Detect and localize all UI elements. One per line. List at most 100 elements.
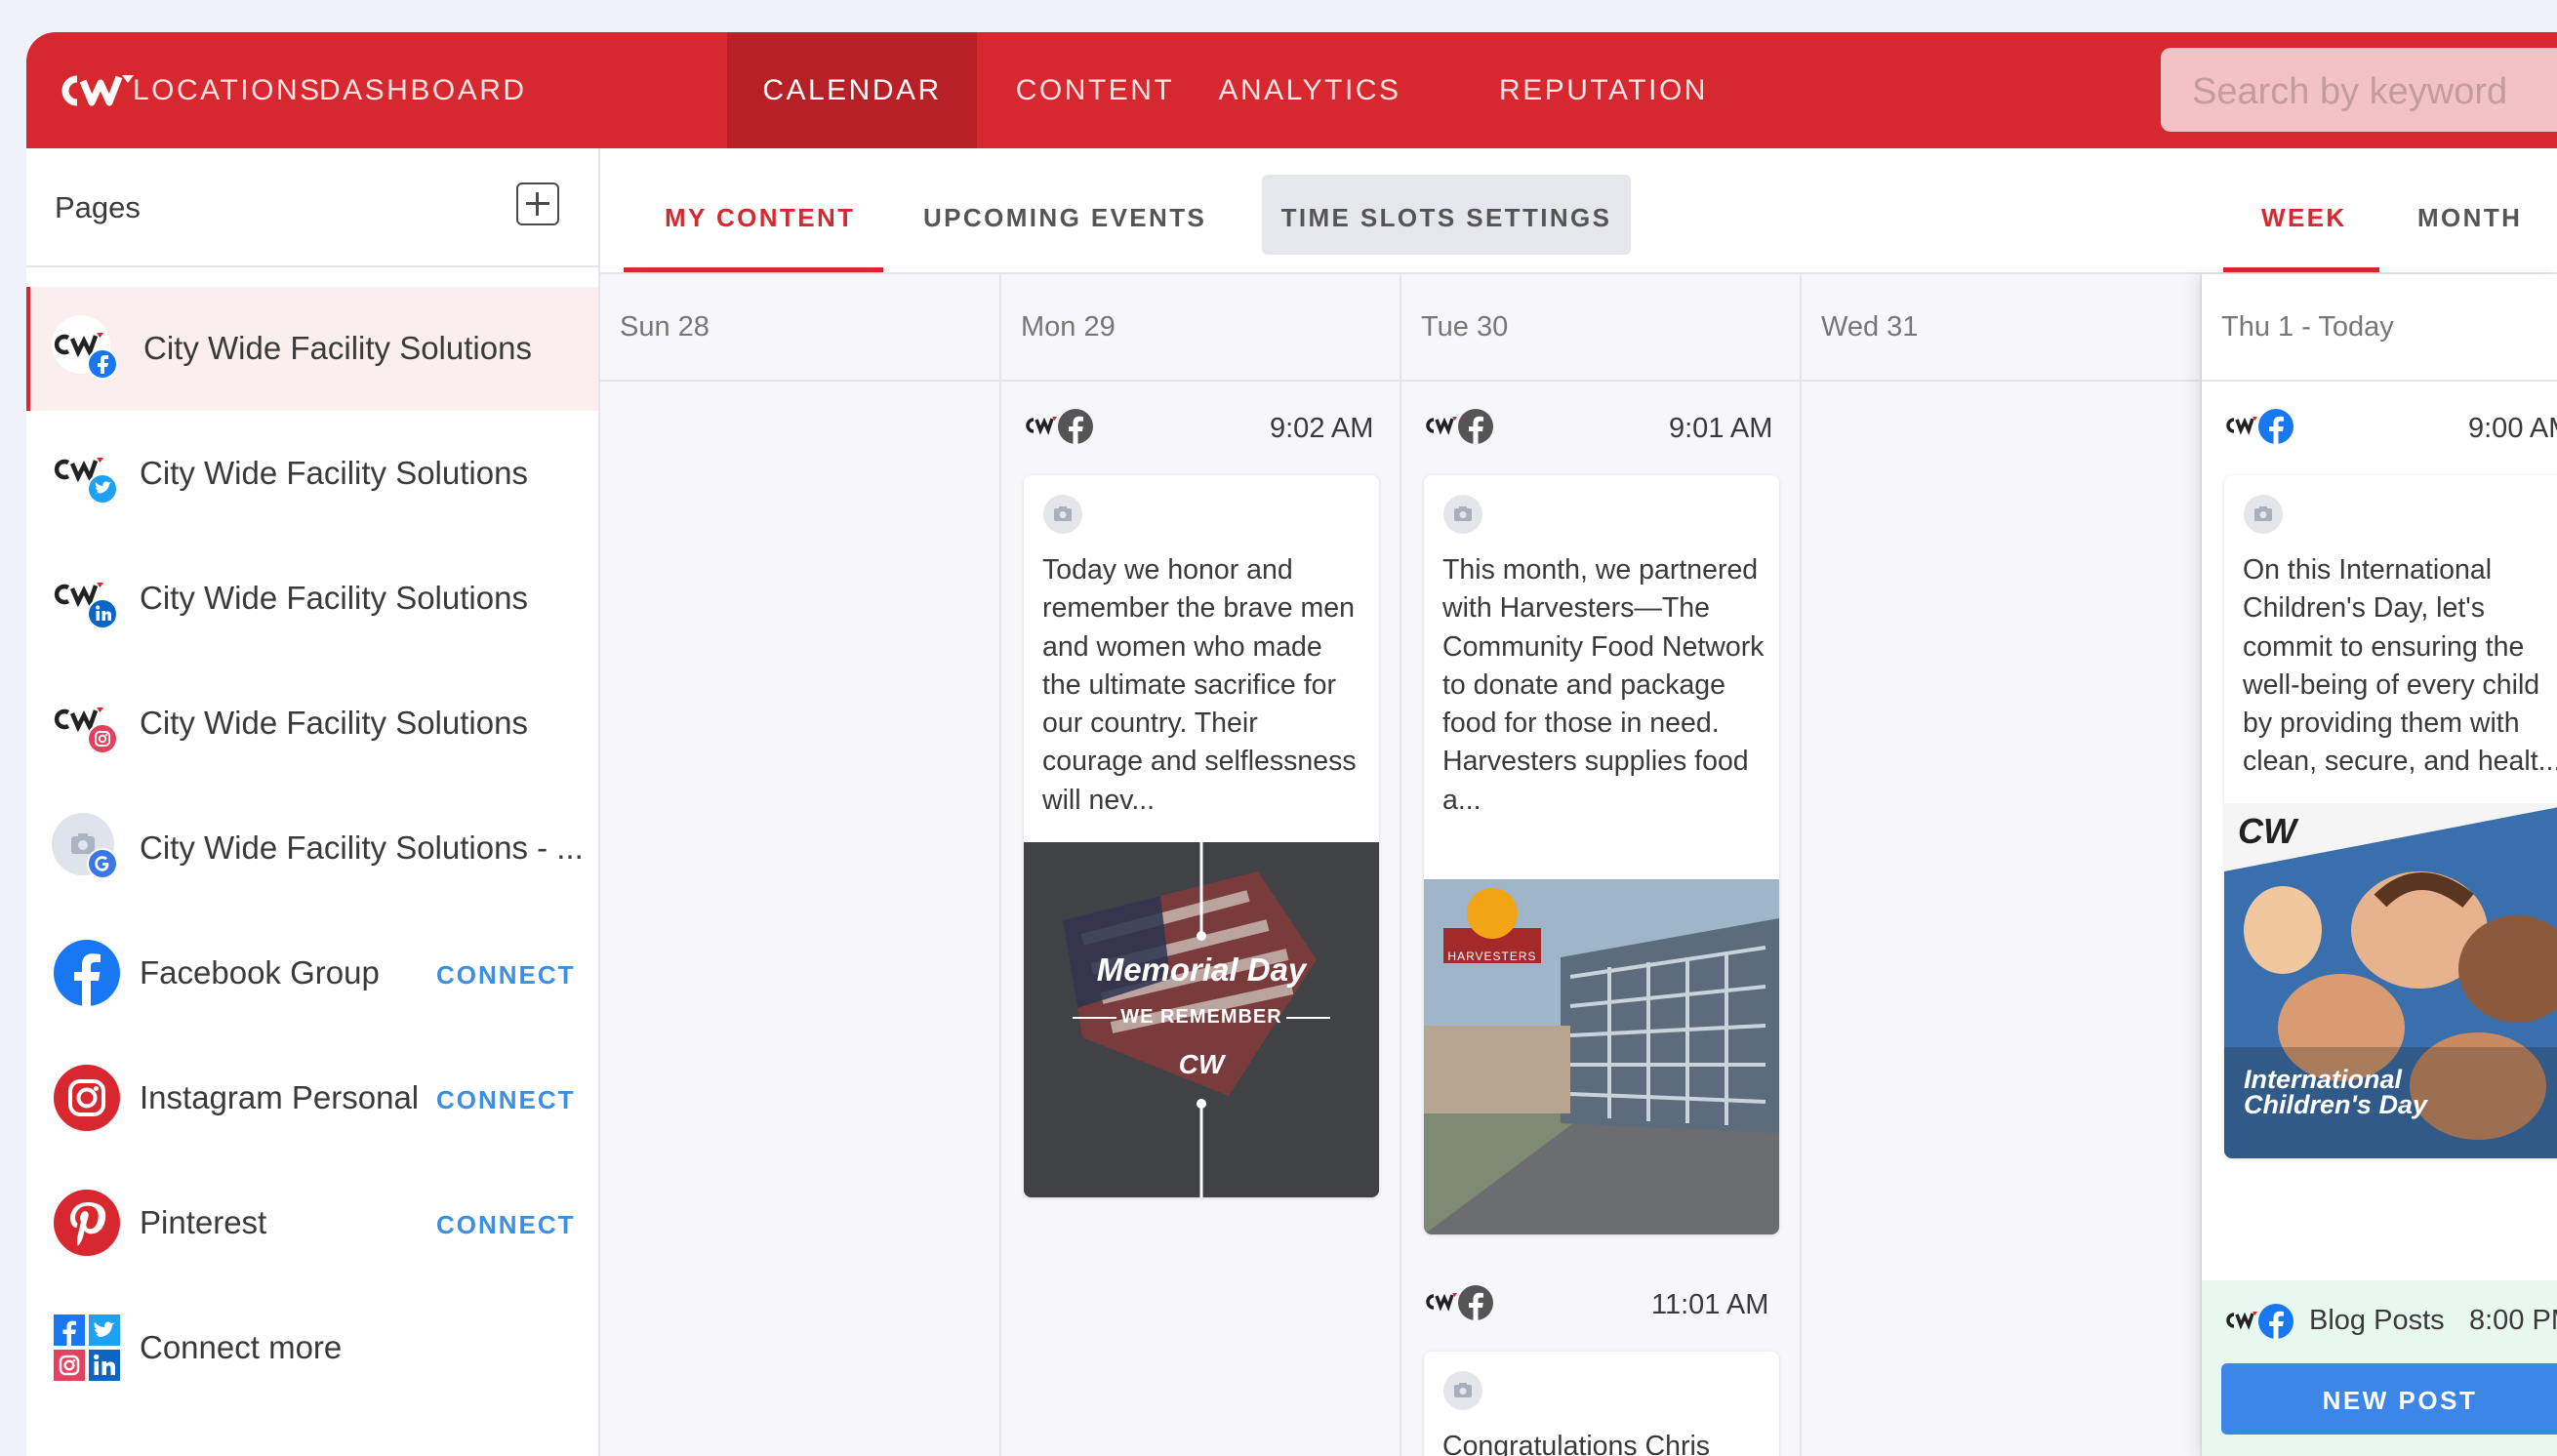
sidebar-item-label: City Wide Facility Solutions xyxy=(140,580,528,616)
nav-locations[interactable]: LOCATIONS xyxy=(133,32,319,148)
day-column-sun: Sun 28 xyxy=(600,274,1001,1456)
camera-icon xyxy=(1043,495,1082,534)
calendar-main: MY CONTENT UPCOMING EVENTS TIME SLOTS SE… xyxy=(600,148,2557,1456)
post-text: Today we honor and remember the brave me… xyxy=(1042,554,1357,816)
post-time: 9:02 AM xyxy=(1270,413,1374,444)
day-header: Sun 28 xyxy=(600,274,999,382)
post-meta: 9:02 AM xyxy=(1022,407,1385,446)
view-active-underline xyxy=(2223,267,2379,272)
connect-facebook-group-link[interactable]: CONNECT xyxy=(436,960,576,991)
harvesters-sign: HARVESTERS xyxy=(1447,950,1537,963)
sidebar-item-pinterest[interactable]: Pinterest CONNECT xyxy=(26,1161,598,1285)
nav-content[interactable]: CONTENT xyxy=(1009,32,1181,148)
page-avatar-twitter xyxy=(52,440,118,505)
post-card-harvesters[interactable]: This month, we partnered with Harvesters… xyxy=(1424,475,1779,1234)
page-avatar-linkedin xyxy=(52,565,118,629)
day-label: Sun 28 xyxy=(620,311,710,343)
tab-upcoming-events[interactable]: UPCOMING EVENTS xyxy=(923,203,1206,233)
page-avatar-facebook xyxy=(52,315,118,380)
sidebar-item-page-google[interactable]: City Wide Facility Solutions - ... xyxy=(26,787,598,910)
sidebar-item-facebook-group[interactable]: Facebook Group CONNECT xyxy=(26,911,598,1035)
day-column-thu-today: Thu 1 - Today 9:00 AM xyxy=(2202,274,2557,1456)
post-image-childrens-day: CW International Children's Day xyxy=(2224,803,2557,1158)
calendar-tabbar: MY CONTENT UPCOMING EVENTS TIME SLOTS SE… xyxy=(600,148,2557,274)
day-header: Thu 1 - Today xyxy=(2202,274,2557,382)
pages-sidebar: Pages City Wide Facility Solutions City … xyxy=(26,148,600,1456)
post-time: 9:00 AM xyxy=(2468,413,2557,444)
top-nav: LOCATIONS DASHBOARD CALENDAR CONTENT ANA… xyxy=(26,32,2557,148)
post-time: 11:01 AM xyxy=(1651,1289,1769,1320)
day-column-wed: Wed 31 xyxy=(1802,274,2202,1456)
pinterest-icon xyxy=(54,1190,120,1256)
connect-instagram-personal-link[interactable]: CONNECT xyxy=(436,1085,576,1115)
search-placeholder: Search by keyword xyxy=(2192,71,2508,112)
post-card-congratulations[interactable]: Congratulations Chris xyxy=(1424,1352,1779,1456)
page-facebook-icon xyxy=(1426,409,1493,444)
connect-pinterest-link[interactable]: CONNECT xyxy=(436,1210,576,1240)
post-text: Congratulations Chris xyxy=(1442,1431,1711,1456)
page-facebook-icon xyxy=(2226,409,2293,444)
post-time: 9:01 AM xyxy=(1669,413,1773,444)
view-month-toggle[interactable]: MONTH xyxy=(2417,203,2522,233)
sidebar-item-instagram-personal[interactable]: Instagram Personal CONNECT xyxy=(26,1036,598,1160)
childrens-day-logo: CW xyxy=(2238,811,2296,851)
time-slots-settings-button[interactable]: TIME SLOTS SETTINGS xyxy=(1262,175,1631,255)
day-label: Wed 31 xyxy=(1821,311,1919,343)
add-page-button[interactable] xyxy=(516,182,559,225)
pages-header: Pages xyxy=(26,148,598,267)
memorial-day-title: Memorial Day xyxy=(1096,951,1307,988)
sidebar-item-page-instagram[interactable]: City Wide Facility Solutions xyxy=(26,662,598,786)
post-image-memorial-day: Memorial Day WE REMEMBER CW xyxy=(1024,842,1379,1197)
search-input[interactable]: Search by keyword xyxy=(2161,48,2557,132)
nav-analytics[interactable]: ANALYTICS xyxy=(1212,32,1407,148)
social-grid-icon xyxy=(54,1314,120,1381)
pages-title: Pages xyxy=(55,190,141,224)
tab-active-underline xyxy=(624,267,883,272)
post-card-memorial-day[interactable]: Today we honor and remember the brave me… xyxy=(1024,475,1379,1197)
camera-icon xyxy=(1443,495,1482,534)
new-post-button[interactable]: NEW POST xyxy=(2221,1363,2557,1435)
post-meta: 9:01 AM xyxy=(1422,407,1785,446)
week-grid: Sun 28 Mon 29 9:02 AM Today we honor and… xyxy=(600,274,2557,1456)
day-header: Mon 29 xyxy=(1001,274,1400,382)
facebook-icon xyxy=(54,940,120,1006)
camera-icon xyxy=(1443,1371,1482,1410)
time-slots-settings-label: TIME SLOTS SETTINGS xyxy=(1280,203,1612,232)
day-header: Wed 31 xyxy=(1802,274,2200,382)
cw-logo[interactable] xyxy=(60,69,138,112)
memorial-day-subtitle: WE REMEMBER xyxy=(1120,1006,1282,1028)
page-facebook-icon xyxy=(2226,1304,2293,1339)
post-text: On this International Children's Day, le… xyxy=(2243,554,2557,778)
day-label: Tue 30 xyxy=(1421,311,1509,343)
day-column-mon: Mon 29 9:02 AM Today we honor and rememb… xyxy=(1001,274,1401,1456)
nav-reputation[interactable]: REPUTATION xyxy=(1496,32,1711,148)
nav-dashboard[interactable]: DASHBOARD xyxy=(319,32,524,148)
post-meta: 11:01 AM xyxy=(1422,1283,1785,1322)
sidebar-item-label: City Wide Facility Solutions xyxy=(140,705,528,741)
page-avatar-google xyxy=(52,813,118,879)
day-header: Tue 30 xyxy=(1401,274,1800,382)
nav-calendar[interactable]: CALENDAR xyxy=(727,32,977,148)
day-column-tue: Tue 30 9:01 AM This month, we partnered … xyxy=(1401,274,1802,1456)
blog-posts-slot[interactable]: Blog Posts 8:00 PM NEW POST xyxy=(2202,1280,2557,1456)
post-card-childrens-day[interactable]: On this International Children's Day, le… xyxy=(2224,475,2557,1158)
sidebar-item-page-facebook[interactable]: City Wide Facility Solutions xyxy=(26,287,598,411)
app-window: LOCATIONS DASHBOARD CALENDAR CONTENT ANA… xyxy=(26,32,2557,1456)
sidebar-item-label: City Wide Facility Solutions - ... xyxy=(140,829,584,866)
sidebar-item-label: City Wide Facility Solutions xyxy=(143,330,532,366)
sidebar-item-connect-more[interactable]: Connect more xyxy=(26,1286,598,1410)
sidebar-item-page-twitter[interactable]: City Wide Facility Solutions xyxy=(26,412,598,536)
tab-my-content[interactable]: MY CONTENT xyxy=(665,203,855,233)
sidebar-item-label: City Wide Facility Solutions xyxy=(140,455,528,491)
post-meta: 9:00 AM xyxy=(2222,407,2557,446)
sidebar-item-label: Connect more xyxy=(140,1329,343,1365)
sidebar-item-page-linkedin[interactable]: City Wide Facility Solutions xyxy=(26,537,598,661)
childrens-day-title: International Children's Day xyxy=(2244,1067,2427,1118)
harvesters-building-graphic xyxy=(1424,879,1779,1234)
sidebar-item-label: Instagram Personal xyxy=(140,1079,420,1115)
blog-posts-time: 8:00 PM xyxy=(2469,1305,2557,1336)
page-avatar-instagram xyxy=(52,690,118,754)
view-week-toggle[interactable]: WEEK xyxy=(2261,203,2347,233)
day-label: Thu 1 - Today xyxy=(2221,311,2394,343)
camera-icon xyxy=(2244,495,2283,534)
